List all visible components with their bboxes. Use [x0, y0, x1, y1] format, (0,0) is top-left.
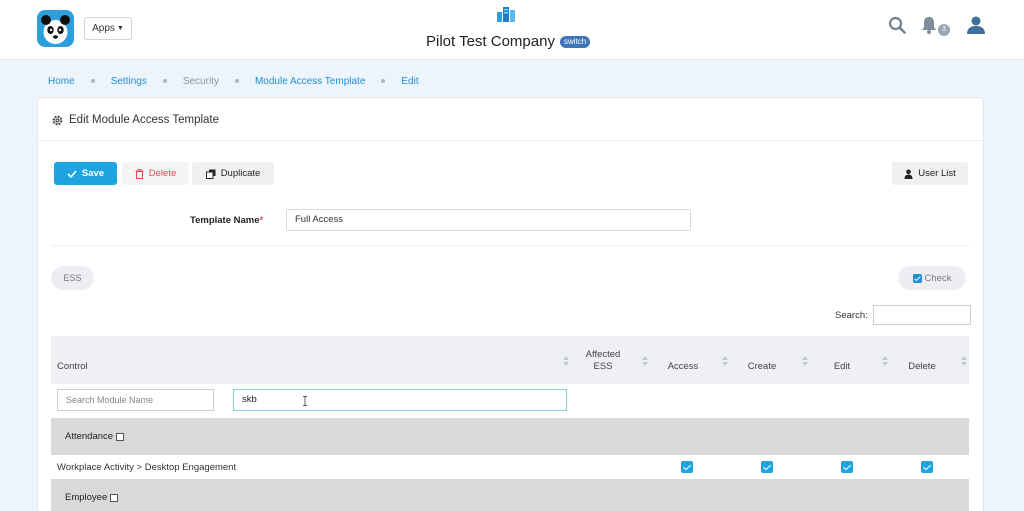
- checkbox-checked-icon: [912, 273, 922, 283]
- group-label: Attendance: [65, 431, 125, 442]
- affected-ess-line2: ESS: [593, 361, 613, 372]
- table-row: Workplace Activity > Desktop Engagement: [51, 455, 969, 479]
- group-row-employee: Employee: [51, 479, 969, 511]
- user-icon[interactable]: [966, 15, 986, 35]
- control-filter-value: skb: [242, 394, 257, 405]
- page-title: Edit Module Access Template: [69, 114, 220, 126]
- filter-row: Search Module Name skb: [51, 384, 969, 418]
- column-header-affected-ess[interactable]: Affected ESS: [583, 349, 623, 373]
- edit-checkbox[interactable]: [841, 461, 853, 473]
- group-checkbox[interactable]: [110, 493, 119, 502]
- check-icon: [67, 169, 77, 178]
- bell-icon[interactable]: [920, 15, 938, 35]
- required-mark: *: [259, 215, 264, 226]
- group-label: Employee: [65, 492, 119, 503]
- group-name: Employee: [65, 492, 108, 503]
- notification-count-badge: 3: [938, 24, 950, 36]
- sort-icon[interactable]: [563, 356, 569, 366]
- text-cursor-icon: [303, 396, 307, 406]
- create-checkbox[interactable]: [761, 461, 773, 473]
- column-header-access[interactable]: Access: [663, 361, 703, 372]
- table-header: Control Affected ESS Access Create Edit …: [51, 336, 969, 384]
- check-label: Check: [924, 272, 952, 284]
- group-row-attendance: Attendance: [51, 418, 969, 455]
- gear-icon: [52, 115, 63, 126]
- building-icon: [497, 7, 515, 22]
- delete-checkbox[interactable]: [921, 461, 933, 473]
- ess-toggle-button[interactable]: ESS: [51, 266, 94, 290]
- template-name-input[interactable]: Full Access: [286, 209, 691, 231]
- sort-icon[interactable]: [961, 356, 967, 366]
- delete-label: Delete: [148, 168, 177, 179]
- table-search-label: Search:: [835, 310, 868, 321]
- save-label: Save: [81, 168, 105, 179]
- delete-button[interactable]: Delete: [122, 162, 189, 185]
- trash-icon: [135, 168, 144, 179]
- copy-icon: [205, 169, 216, 179]
- apps-label: Apps: [92, 23, 115, 34]
- group-checkbox[interactable]: [116, 432, 125, 441]
- switch-company-badge[interactable]: switch: [560, 36, 591, 48]
- edit-template-card: Edit Module Access Template Save Delete …: [37, 97, 984, 511]
- breadcrumb-separator: [234, 79, 239, 83]
- table-search-input[interactable]: [873, 305, 971, 325]
- card-header: Edit Module Access Template: [38, 98, 983, 141]
- sort-icon[interactable]: [642, 356, 648, 366]
- company-name: Pilot Test Company: [426, 33, 555, 50]
- user-list-button[interactable]: User List: [892, 162, 968, 185]
- search-icon[interactable]: [888, 16, 906, 34]
- breadcrumb-module-access-template[interactable]: Module Access Template: [255, 76, 365, 87]
- user-list-label: User List: [918, 168, 956, 179]
- row-module-name: Workplace Activity > Desktop Engagement: [57, 462, 237, 473]
- duplicate-label: Duplicate: [220, 168, 261, 179]
- breadcrumb-edit[interactable]: Edit: [401, 76, 418, 87]
- panda-logo-icon[interactable]: [37, 10, 74, 47]
- group-name: Attendance: [65, 431, 114, 442]
- breadcrumb-separator: [381, 79, 386, 83]
- breadcrumb-home[interactable]: Home: [48, 76, 75, 87]
- column-header-control[interactable]: Control: [57, 361, 88, 372]
- control-filter-input[interactable]: skb: [233, 389, 567, 411]
- caret-down-icon: ▼: [116, 25, 124, 32]
- access-checkbox[interactable]: [681, 461, 693, 473]
- template-name-label: Template Name*: [190, 215, 263, 226]
- breadcrumb: Home Settings Security Module Access Tem…: [48, 74, 419, 88]
- breadcrumb-separator: [162, 79, 167, 83]
- check-all-toggle[interactable]: Check: [898, 266, 966, 290]
- sort-icon[interactable]: [802, 356, 808, 366]
- duplicate-button[interactable]: Duplicate: [192, 162, 274, 185]
- sort-icon[interactable]: [722, 356, 728, 366]
- template-name-label-text: Template Name: [190, 215, 260, 226]
- divider: [51, 245, 969, 246]
- sort-icon[interactable]: [882, 356, 888, 366]
- breadcrumb-security: Security: [182, 75, 219, 87]
- apps-dropdown-button[interactable]: Apps ▼: [84, 17, 132, 40]
- affected-ess-line1: Affected: [585, 349, 621, 360]
- column-header-edit[interactable]: Edit: [822, 361, 862, 372]
- breadcrumb-settings[interactable]: Settings: [111, 76, 147, 87]
- module-name-search-input[interactable]: Search Module Name: [57, 389, 214, 411]
- column-header-delete[interactable]: Delete: [902, 361, 942, 372]
- save-button[interactable]: Save: [54, 162, 117, 185]
- top-bar: Apps ▼ Pilot Test Company switch 3: [0, 0, 1024, 60]
- breadcrumb-separator: [90, 79, 95, 83]
- user-icon: [904, 169, 913, 179]
- column-header-create[interactable]: Create: [742, 361, 782, 372]
